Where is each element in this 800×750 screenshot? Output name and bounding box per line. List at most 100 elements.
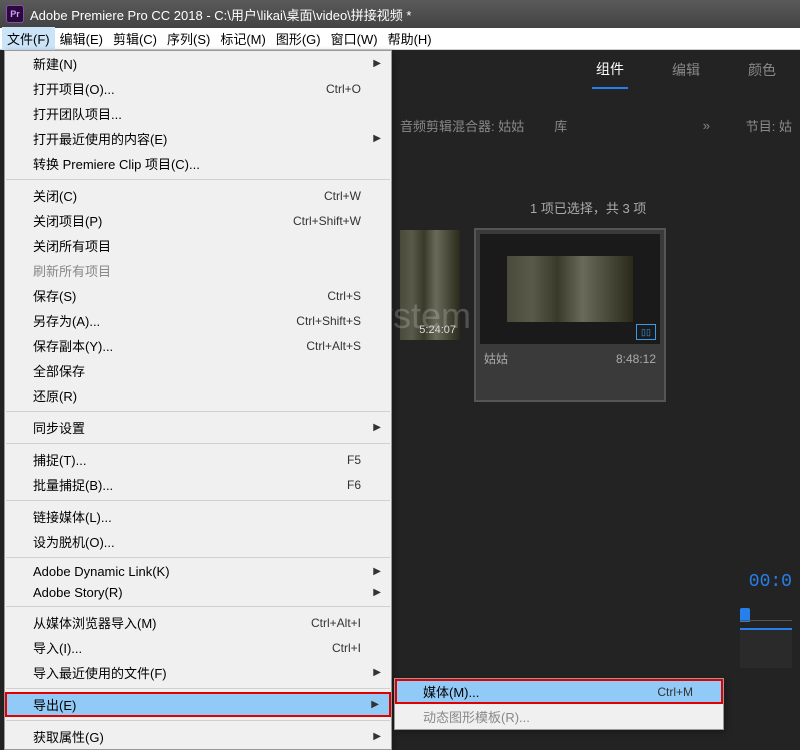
panel-tab-library[interactable]: 库 xyxy=(554,116,567,135)
menu-item-label: 批量捕捉(B)... xyxy=(33,475,113,494)
menu-item-label: Adobe Dynamic Link(K) xyxy=(33,564,170,579)
thumbnail-image: 5:24:07 xyxy=(400,230,460,340)
file-menu-item[interactable]: 转换 Premiere Clip 项目(C)... xyxy=(5,151,391,176)
file-menu-item[interactable]: Adobe Dynamic Link(K) ▶ xyxy=(5,561,391,582)
file-menu-item[interactable]: 捕捉(T)...F5 xyxy=(5,447,391,472)
menu-shortcut: Ctrl+Alt+S xyxy=(306,339,361,353)
export-menu-item[interactable]: 媒体(M)...Ctrl+M xyxy=(395,679,723,704)
file-menu-item[interactable]: 设为脱机(O)... xyxy=(5,529,391,554)
menubar: 文件(F) 编辑(E) 剪辑(C) 序列(S) 标记(M) 图形(G) 窗口(W… xyxy=(0,28,800,50)
file-menu-item: 刷新所有项目 xyxy=(5,258,391,283)
menu-marker[interactable]: 标记(M) xyxy=(215,27,271,50)
titlebar: Pr Adobe Premiere Pro CC 2018 - C:\用户\li… xyxy=(0,0,800,28)
file-menu-item[interactable]: 获取属性(G)▶ xyxy=(5,724,391,749)
file-menu-item[interactable]: 关闭项目(P) Ctrl+Shift+W xyxy=(5,208,391,233)
menu-item-label: Adobe Story(R) xyxy=(33,585,123,600)
thumbnail-area: 5:24:07 ▯▯ 姑姑 8:48:12 xyxy=(400,230,790,400)
file-menu-item[interactable]: 全部保存 xyxy=(5,358,391,383)
menu-item-label: 另存为(A)... xyxy=(33,311,100,330)
panel-tabs: 音频剪辑混合器: 姑姑 库 » 节目: 姑 xyxy=(400,110,800,140)
thumbnail-meta: 姑姑 8:48:12 xyxy=(480,344,660,367)
thumbnail-image: ▯▯ xyxy=(480,234,660,344)
panel-tab-program[interactable]: 节目: 姑 xyxy=(746,116,792,135)
menu-sequence[interactable]: 序列(S) xyxy=(162,27,215,50)
window-title: Adobe Premiere Pro CC 2018 - C:\用户\likai… xyxy=(30,5,411,24)
file-menu-item[interactable]: 链接媒体(L)... xyxy=(5,504,391,529)
submenu-arrow-icon: ▶ xyxy=(373,133,381,144)
menu-item-label: 全部保存 xyxy=(33,361,85,380)
menu-shortcut: Ctrl+Alt+I xyxy=(311,616,361,630)
file-menu-item[interactable]: 另存为(A)... Ctrl+Shift+S xyxy=(5,308,391,333)
menu-item-label: 打开最近使用的内容(E) xyxy=(33,129,167,148)
thumbnail-name: 姑姑 xyxy=(484,350,508,367)
menu-separator xyxy=(6,720,390,721)
menu-item-label: 还原(R) xyxy=(33,386,77,405)
export-submenu: 媒体(M)...Ctrl+M动态图形模板(R)... xyxy=(394,678,724,730)
submenu-arrow-icon: ▶ xyxy=(373,587,381,598)
menu-item-label: 导出(E) xyxy=(33,695,76,714)
workspace-tabs: 组件 编辑 颜色 xyxy=(392,50,800,90)
menu-item-label: 导入最近使用的文件(F) xyxy=(33,663,167,682)
menu-separator xyxy=(6,557,390,558)
file-menu-item[interactable]: 打开项目(O)...Ctrl+O xyxy=(5,76,391,101)
menu-item-label: 新建(N) xyxy=(33,54,77,73)
panel-tab-overflow[interactable]: » xyxy=(703,118,710,133)
thumbnail-item-selected[interactable]: ▯▯ 姑姑 8:48:12 xyxy=(476,230,664,400)
menu-separator xyxy=(6,500,390,501)
thumbnail-time: 5:24:07 xyxy=(419,324,456,336)
file-menu-item[interactable]: 从媒体浏览器导入(M) Ctrl+Alt+I xyxy=(5,610,391,635)
menu-window[interactable]: 窗口(W) xyxy=(326,27,383,50)
file-menu-item[interactable]: 关闭(C)Ctrl+W xyxy=(5,183,391,208)
workspace-tab-assembly[interactable]: 组件 xyxy=(592,51,628,89)
thumbnail-item[interactable]: 5:24:07 xyxy=(400,230,460,400)
file-menu-item[interactable]: 保存(S)Ctrl+S xyxy=(5,283,391,308)
menu-item-label: 从媒体浏览器导入(M) xyxy=(33,613,157,632)
menu-item-label: 保存(S) xyxy=(33,286,76,305)
timeline-area[interactable] xyxy=(740,628,792,668)
workspace-tab-color[interactable]: 颜色 xyxy=(744,52,780,88)
file-menu-item[interactable]: 导出(E) ▶ xyxy=(5,692,391,717)
file-menu-item[interactable]: 导入最近使用的文件(F)▶ xyxy=(5,660,391,685)
file-menu-item[interactable]: 还原(R) xyxy=(5,383,391,408)
menu-shortcut: Ctrl+O xyxy=(326,82,361,96)
menu-separator xyxy=(6,411,390,412)
file-menu-item[interactable]: 同步设置▶ xyxy=(5,415,391,440)
file-menu-item[interactable]: 打开最近使用的内容(E) ▶ xyxy=(5,126,391,151)
submenu-arrow-icon: ▶ xyxy=(373,566,381,577)
menu-file[interactable]: 文件(F) xyxy=(2,27,55,50)
app-icon: Pr xyxy=(6,5,24,23)
menu-shortcut: Ctrl+W xyxy=(324,189,361,203)
menu-shortcut: F6 xyxy=(347,478,361,492)
menu-item-label: 链接媒体(L)... xyxy=(33,507,112,526)
file-menu-item[interactable]: 关闭所有项目 xyxy=(5,233,391,258)
menu-graphics[interactable]: 图形(G) xyxy=(271,27,326,50)
file-menu-item[interactable]: 新建(N)▶ xyxy=(5,51,391,76)
workspace-tab-editing[interactable]: 编辑 xyxy=(668,52,704,88)
export-menu-item: 动态图形模板(R)... xyxy=(395,704,723,729)
timeline-ruler[interactable] xyxy=(740,608,792,622)
file-menu-dropdown: 新建(N)▶打开项目(O)...Ctrl+O打开团队项目...打开最近使用的内容… xyxy=(4,50,392,750)
menu-item-label: 设为脱机(O)... xyxy=(33,532,115,551)
menu-item-label: 捕捉(T)... xyxy=(33,450,86,469)
selection-status: 1 项已选择，共 3 项 xyxy=(530,198,646,217)
menu-item-label: 同步设置 xyxy=(33,418,85,437)
panel-tab-audio-mixer[interactable]: 音频剪辑混合器: 姑姑 xyxy=(400,116,524,135)
program-timecode[interactable]: 00:0 xyxy=(749,572,792,592)
file-menu-item[interactable]: 保存副本(Y)...Ctrl+Alt+S xyxy=(5,333,391,358)
submenu-arrow-icon: ▶ xyxy=(371,699,379,710)
menu-item-label: 刷新所有项目 xyxy=(33,261,111,280)
menu-clip[interactable]: 剪辑(C) xyxy=(108,27,162,50)
file-menu-item[interactable]: 打开团队项目... xyxy=(5,101,391,126)
sequence-badge-icon: ▯▯ xyxy=(636,324,656,340)
menu-edit[interactable]: 编辑(E) xyxy=(55,27,108,50)
menu-item-label: 打开团队项目... xyxy=(33,104,122,123)
menu-help[interactable]: 帮助(H) xyxy=(383,27,437,50)
submenu-arrow-icon: ▶ xyxy=(373,731,381,742)
menu-item-label: 关闭项目(P) xyxy=(33,211,102,230)
file-menu-item[interactable]: 批量捕捉(B)... F6 xyxy=(5,472,391,497)
file-menu-item[interactable]: Adobe Story(R) ▶ xyxy=(5,582,391,603)
thumbnail-duration: 8:48:12 xyxy=(616,352,656,366)
menu-shortcut: Ctrl+Shift+W xyxy=(293,214,361,228)
file-menu-item[interactable]: 导入(I)...Ctrl+I xyxy=(5,635,391,660)
menu-shortcut: Ctrl+Shift+S xyxy=(296,314,361,328)
